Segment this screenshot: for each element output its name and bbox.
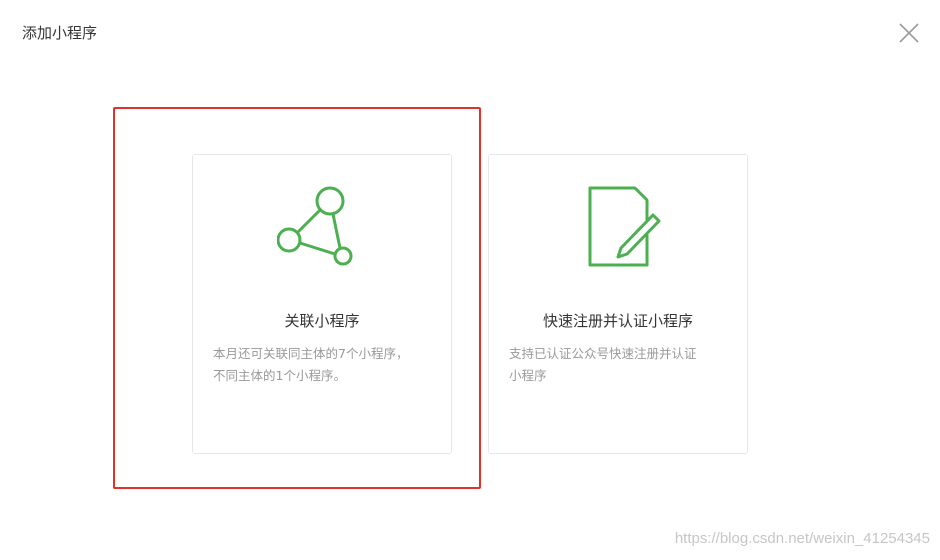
link-mini-program-card[interactable]: 关联小程序 本月还可关联同主体的7个小程序， 不同主体的1个小程序。 <box>192 154 452 454</box>
network-nodes-icon <box>277 186 353 266</box>
close-button[interactable] <box>896 20 922 46</box>
card-icon-wrap <box>193 185 451 269</box>
card-title: 关联小程序 <box>284 312 360 330</box>
card-description-line: 本月还可关联同主体的7个小程序， <box>213 346 409 361</box>
card-icon-wrap <box>489 185 747 269</box>
quick-register-card[interactable]: 快速注册并认证小程序 支持已认证公众号快速注册并认证 小程序 <box>488 154 748 454</box>
card-description-line: 支持已认证公众号快速注册并认证 <box>509 346 697 361</box>
card-description: 支持已认证公众号快速注册并认证 小程序 <box>509 343 727 387</box>
add-mini-program-dialog: 添加小程序 关联小程序 本月还可关联同主体的7个小程序， 不同主体的1个小程序。… <box>0 0 940 560</box>
card-description-line: 不同主体的1个小程序。 <box>213 368 346 383</box>
dialog-title: 添加小程序 <box>22 24 98 42</box>
watermark: https://blog.csdn.net/weixin_41254345 <box>674 530 930 547</box>
close-icon <box>899 23 919 43</box>
card-title: 快速注册并认证小程序 <box>542 312 693 330</box>
card-description: 本月还可关联同主体的7个小程序， 不同主体的1个小程序。 <box>213 343 431 387</box>
document-pencil-icon <box>588 186 661 267</box>
card-description-line: 小程序 <box>509 368 547 383</box>
